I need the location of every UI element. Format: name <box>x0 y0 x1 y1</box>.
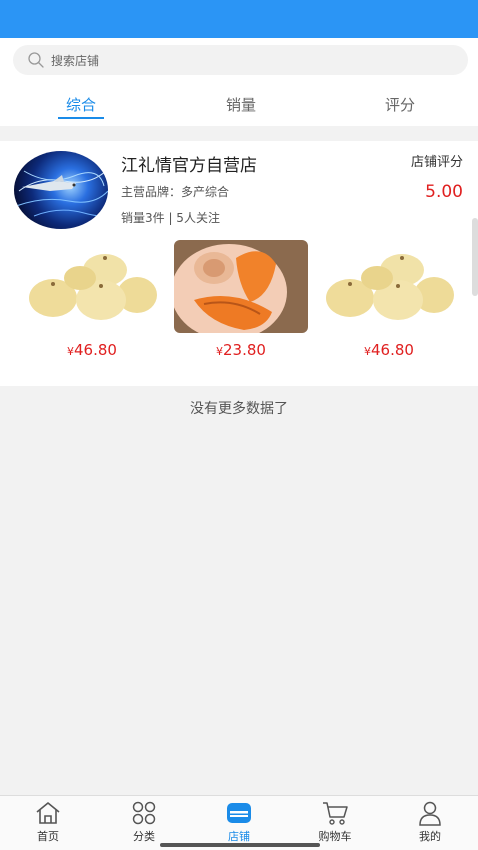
home-indicator[interactable] <box>160 843 320 847</box>
store-icon <box>227 803 251 823</box>
product-price: ¥46.80 <box>322 341 456 359</box>
tabbar-item-category[interactable]: 分类 <box>109 800 179 844</box>
tabbar-label: 购物车 <box>318 830 352 843</box>
price-value: 46.80 <box>371 341 414 359</box>
user-icon <box>419 801 441 826</box>
tab-comprehensive[interactable]: 综合 <box>41 94 121 115</box>
bottom-tabbar: 首页 分类 店铺 购物车 我的 <box>0 795 478 850</box>
product-price: ¥46.80 <box>25 341 159 359</box>
status-bar <box>0 0 478 38</box>
home-icon <box>36 802 60 824</box>
price-value: 23.80 <box>223 341 266 359</box>
shop-card[interactable]: 江礼情官方自营店 店铺评分 5.00 主营品牌：多产综合 销量3件 | 5人关注… <box>0 141 478 386</box>
tabbar-label: 我的 <box>419 830 441 843</box>
active-tab-underline <box>58 117 104 119</box>
shop-brand: 主营品牌：多产综合 <box>121 185 230 199</box>
no-more-data-message: 没有更多数据了 <box>190 401 288 417</box>
search-icon <box>28 52 44 68</box>
currency-symbol: ¥ <box>67 345 75 358</box>
search-input[interactable]: 搜索店铺 <box>13 45 468 75</box>
product-item[interactable]: ¥23.80 <box>174 240 308 359</box>
currency-symbol: ¥ <box>364 345 372 358</box>
product-price: ¥23.80 <box>174 341 308 359</box>
tab-rating[interactable]: 评分 <box>360 94 440 115</box>
tabbar-item-home[interactable]: 首页 <box>13 800 83 844</box>
rating-label: 店铺评分 <box>410 155 463 170</box>
pears-icon <box>25 240 159 333</box>
tabbar-label: 分类 <box>133 830 155 843</box>
price-value: 46.80 <box>74 341 117 359</box>
tabbar-item-profile[interactable]: 我的 <box>395 800 465 844</box>
papaya-icon <box>174 240 308 333</box>
tabbar-label: 首页 <box>37 830 59 843</box>
cart-icon <box>323 802 348 825</box>
search-placeholder: 搜索店铺 <box>51 53 100 68</box>
currency-symbol: ¥ <box>216 345 224 358</box>
scrollbar[interactable] <box>472 218 478 296</box>
pears-icon <box>322 240 456 333</box>
category-icon <box>132 801 156 825</box>
rating-value: 5.00 <box>425 182 463 202</box>
shop-name[interactable]: 江礼情官方自营店 <box>121 151 257 176</box>
shop-stats: 销量3件 | 5人关注 <box>121 211 220 225</box>
tabbar-item-store[interactable]: 店铺 <box>204 800 274 844</box>
tab-sales[interactable]: 销量 <box>201 94 281 115</box>
product-item[interactable]: ¥46.80 <box>322 240 456 359</box>
tabbar-label: 店铺 <box>228 830 250 843</box>
tabbar-item-cart[interactable]: 购物车 <box>300 800 370 844</box>
shop-logo <box>14 151 108 229</box>
search-area: 搜索店铺 <box>0 38 478 82</box>
sort-tabs: 综合 销量 评分 <box>0 82 478 126</box>
product-item[interactable]: ¥46.80 <box>25 240 159 359</box>
